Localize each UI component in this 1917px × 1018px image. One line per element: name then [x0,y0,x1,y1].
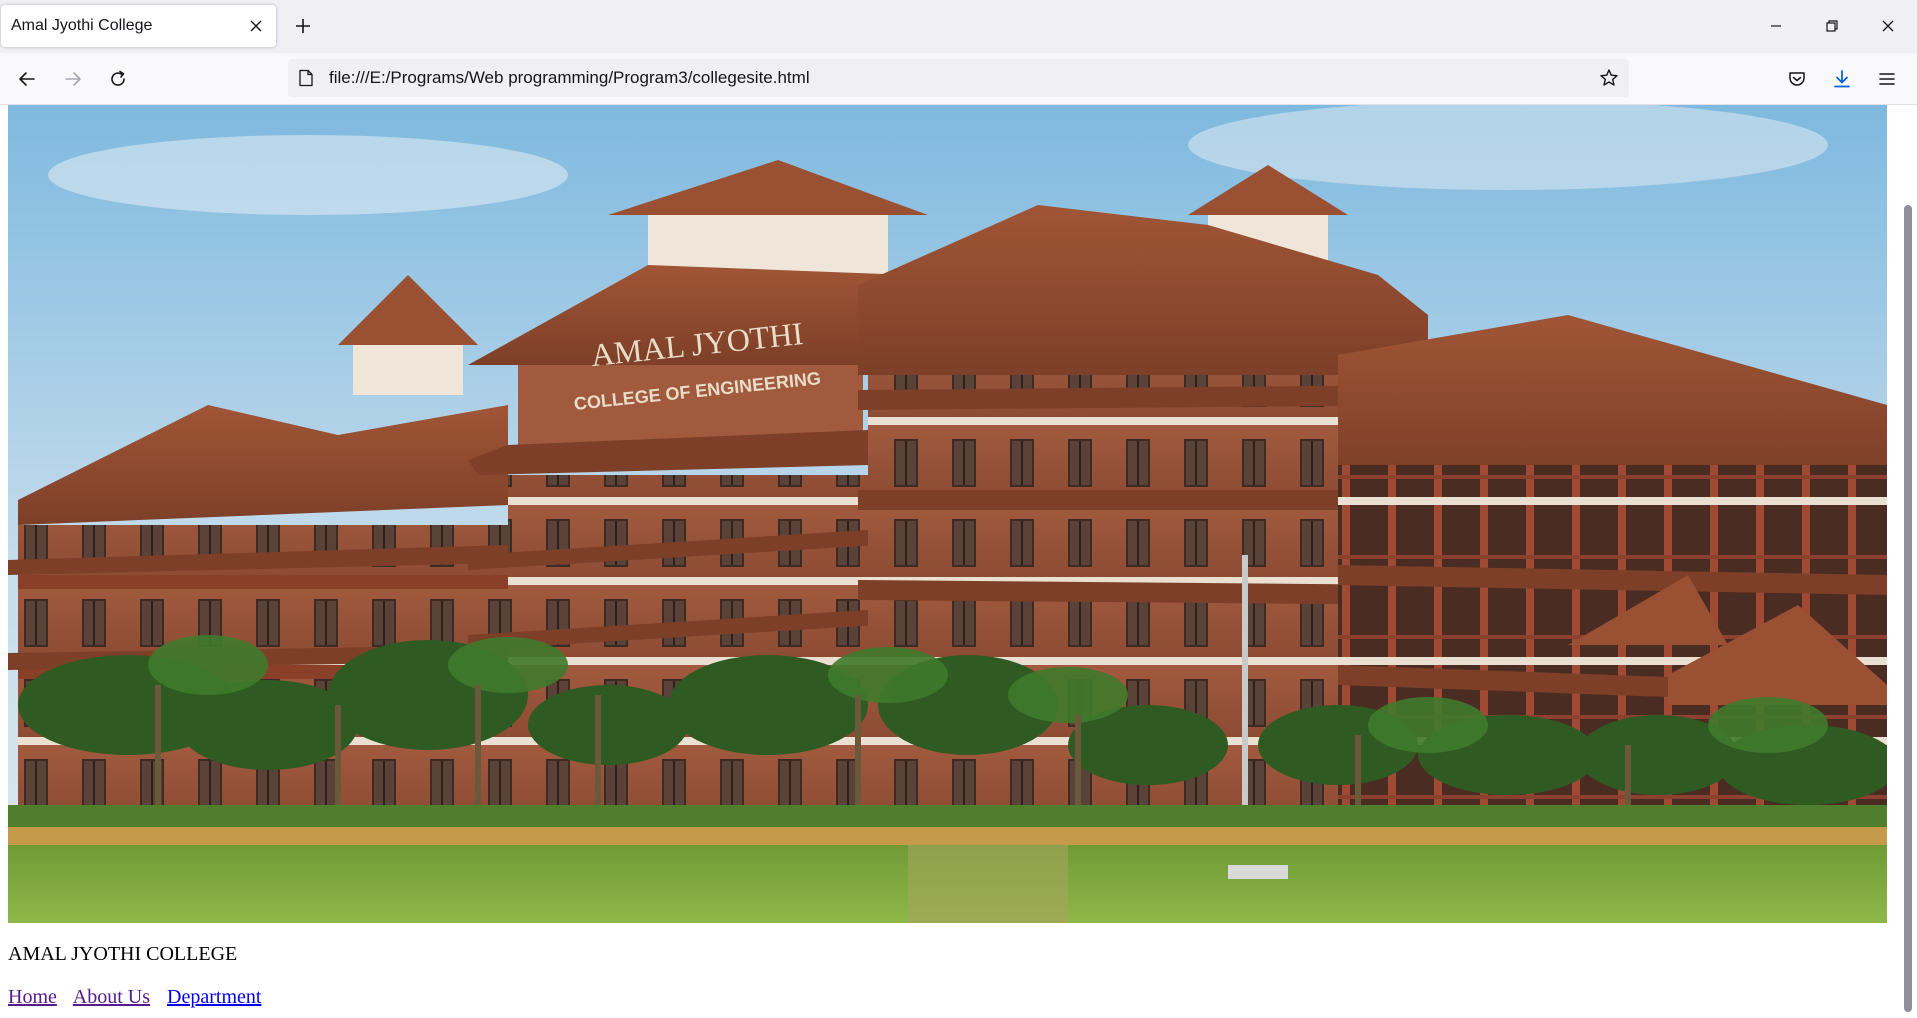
minimize-icon[interactable] [1748,0,1804,52]
download-icon[interactable] [1826,63,1858,95]
page-icon [297,69,315,87]
plus-icon[interactable] [290,13,316,39]
reload-icon[interactable] [102,63,134,95]
browser-window: Amal Jyothi College file:///E:/Programs/… [0,0,1917,1018]
pocket-icon[interactable] [1781,63,1813,95]
address-bar[interactable]: file:///E:/Programs/Web programming/Prog… [288,59,1629,97]
scrollbar-thumb[interactable] [1904,205,1912,1012]
page-heading: AMAL JYOTHI COLLEGE [8,943,238,965]
menu-icon[interactable] [1871,63,1903,95]
campus-photo: AMAL JYOTHI COLLEGE OF ENGINEERING [8,105,1887,923]
star-icon[interactable] [1597,66,1621,90]
tab-title: Amal Jyothi College [11,17,153,34]
tab-amal-jyothi-college[interactable]: Amal Jyothi College [1,5,276,47]
arrow-right-icon[interactable] [57,63,89,95]
close-icon[interactable] [246,16,266,36]
page-viewport: AMAL JYOTHI COLLEGE OF ENGINEERING AMAL … [0,105,1917,1018]
close-window-icon[interactable] [1860,0,1916,52]
url-text[interactable]: file:///E:/Programs/Web programming/Prog… [329,68,810,88]
about-us-link[interactable]: About Us [73,986,150,1008]
home-link[interactable]: Home [8,986,57,1008]
tab-bar: Amal Jyothi College [0,0,1917,53]
page-nav-links: Home About Us Department [8,986,273,1009]
department-link[interactable]: Department [167,986,261,1008]
arrow-left-icon[interactable] [11,63,43,95]
navigation-toolbar: file:///E:/Programs/Web programming/Prog… [0,53,1917,105]
vertical-scrollbar[interactable] [1900,105,1917,1018]
restore-icon[interactable] [1804,0,1860,52]
